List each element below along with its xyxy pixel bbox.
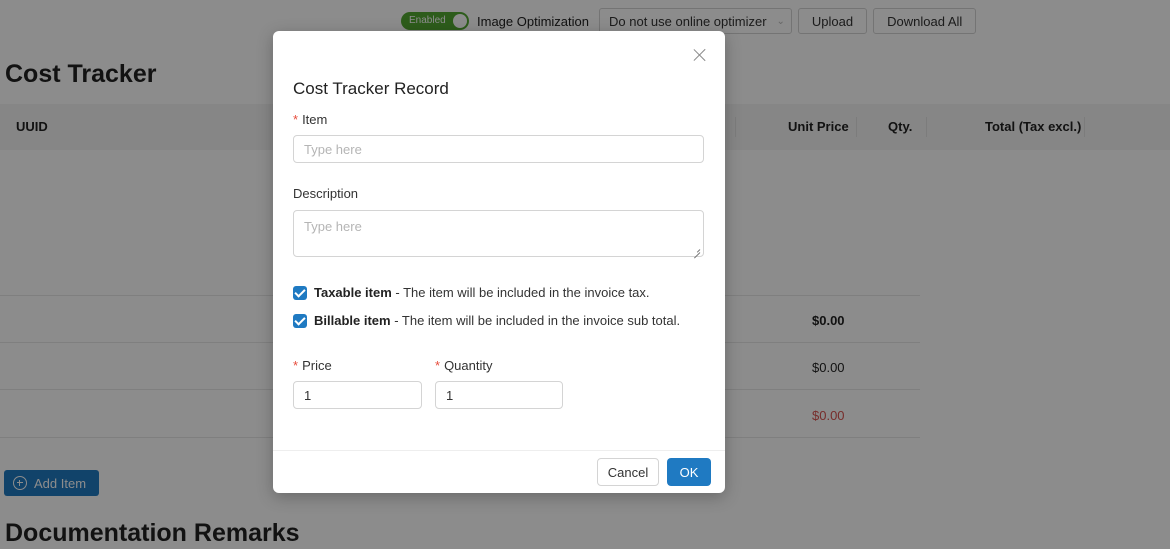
quantity-label-text: Quantity (444, 358, 493, 373)
taxable-checkbox[interactable] (293, 285, 307, 300)
description-textarea[interactable]: Type here (293, 210, 704, 257)
dialog-title: Cost Tracker Record (293, 79, 449, 98)
quantity-value: 1 (446, 387, 454, 403)
billable-item-option: Billable item - The item will be include… (293, 313, 680, 328)
billable-checkbox[interactable] (293, 313, 307, 328)
required-marker: * (293, 112, 299, 127)
cancel-button[interactable]: Cancel (597, 458, 659, 486)
taxable-item-option: Taxable item - The item will be included… (293, 285, 650, 300)
close-icon[interactable] (693, 48, 707, 62)
required-marker: * (435, 358, 441, 373)
price-label-text: Price (302, 358, 332, 373)
item-input[interactable]: Type here (293, 135, 704, 163)
quantity-input[interactable]: 1 (435, 381, 563, 409)
description-placeholder: Type here (304, 219, 362, 234)
item-label-text: Item (302, 112, 328, 127)
ok-button[interactable]: OK (667, 458, 711, 486)
billable-item-text: Billable item - The item will be include… (314, 313, 681, 328)
price-input[interactable]: 1 (293, 381, 422, 409)
price-value: 1 (304, 387, 312, 403)
dialog-footer-divider (273, 450, 725, 451)
taxable-item-text: Taxable item - The item will be included… (314, 285, 650, 300)
price-label: * Price (293, 358, 332, 373)
required-marker: * (293, 358, 299, 373)
quantity-label: * Quantity (435, 358, 492, 373)
item-label: * Item (293, 112, 327, 127)
resize-handle-icon[interactable] (693, 246, 700, 253)
description-label: Description (293, 186, 359, 201)
cost-tracker-record-dialog: Cost Tracker Record * Item Type here Desc… (273, 31, 725, 493)
item-placeholder: Type here (304, 141, 362, 157)
